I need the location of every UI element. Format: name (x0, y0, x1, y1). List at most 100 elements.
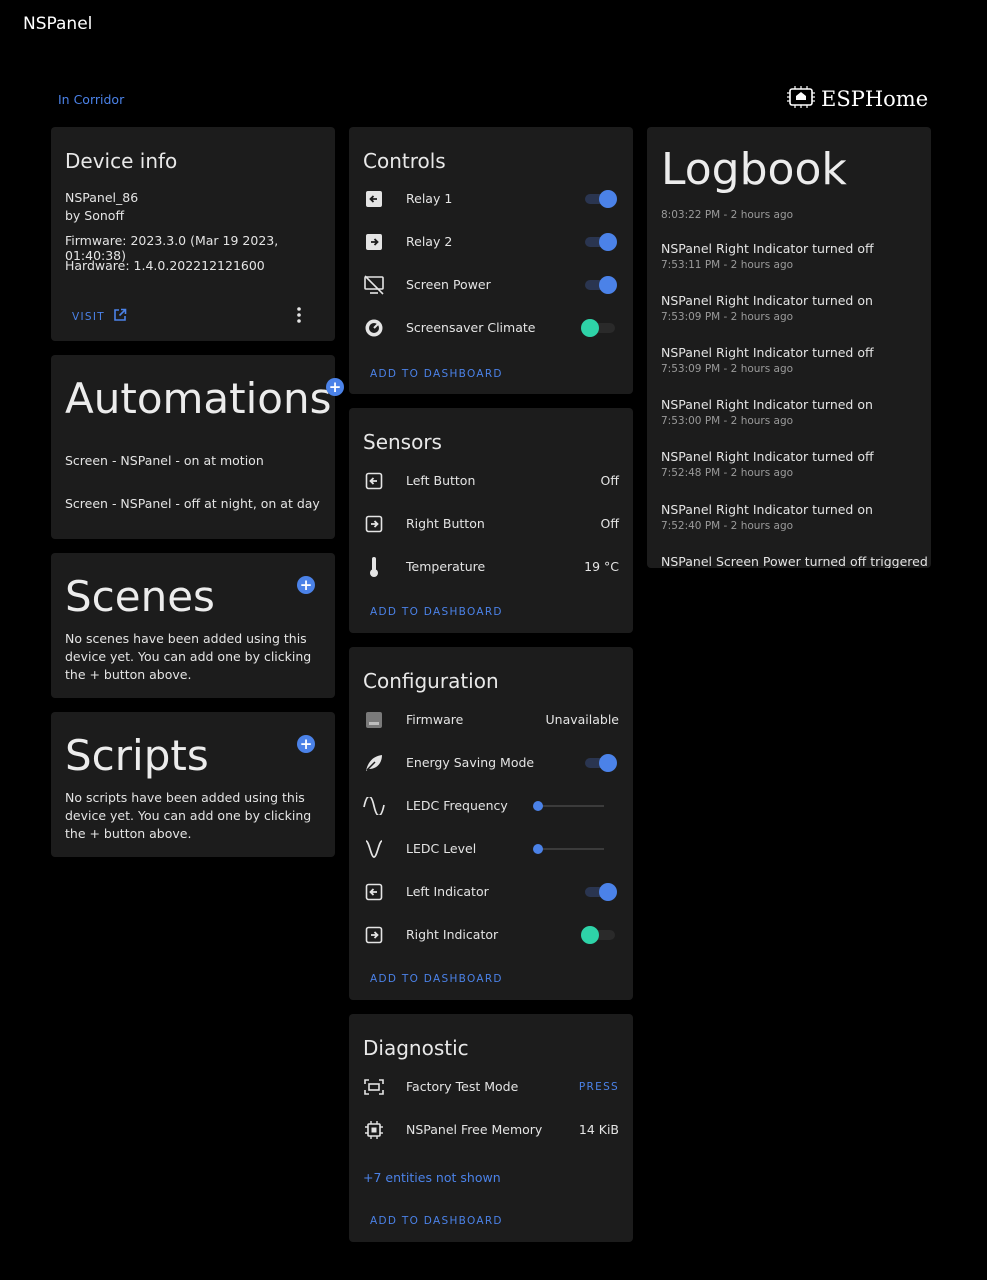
slider-thumb[interactable] (533, 843, 543, 854)
plus-icon: + (328, 378, 342, 396)
screen-power-toggle[interactable] (585, 275, 617, 294)
config-row-right-indicator[interactable]: Right Indicator (349, 913, 633, 956)
sine-wave-icon (363, 795, 385, 817)
config-label: Right Indicator (406, 927, 499, 942)
screensaver-climate-toggle[interactable] (581, 318, 615, 337)
ledc-frequency-slider[interactable] (533, 799, 604, 813)
control-label: Screensaver Climate (406, 320, 536, 335)
config-row-left-indicator[interactable]: Left Indicator (349, 870, 633, 913)
scenes-empty-text: No scenes have been added using this dev… (65, 631, 312, 682)
sensor-label: Temperature (406, 559, 486, 574)
gauge-icon (363, 317, 385, 339)
logbook-title: Logbook (661, 144, 847, 195)
log-entry[interactable]: NSPanel Screen Power turned off triggere… (661, 554, 931, 568)
log-message: NSPanel Right Indicator turned off (661, 449, 874, 464)
relay-2-toggle[interactable] (585, 232, 617, 251)
sensors-card: Sensors Left Button Off Right Button Off… (349, 408, 633, 633)
control-row-screen-power[interactable]: Screen Power (349, 263, 633, 306)
log-message: NSPanel Screen Power turned off triggere… (661, 554, 931, 568)
config-row-ledc-frequency[interactable]: LEDC Frequency (349, 784, 633, 827)
controls-card: Controls Relay 1 Relay 2 Screen Power Sc… (349, 127, 633, 394)
arrow-left-box-icon (363, 881, 385, 903)
configuration-title: Configuration (363, 669, 499, 693)
control-row-relay-1[interactable]: Relay 1 (349, 177, 633, 220)
diag-row-free-memory[interactable]: NSPanel Free Memory 14 KiB (349, 1108, 633, 1151)
diag-row-factory-test[interactable]: Factory Test Mode PRESS (349, 1065, 633, 1108)
log-time: 7:53:11 PM - 2 hours ago (661, 259, 794, 271)
diagnostic-add-to-dashboard-button[interactable]: ADD TO DASHBOARD (370, 1215, 503, 1227)
log-entry[interactable]: NSPanel Right Indicator turned off 7:53:… (661, 345, 921, 375)
log-entry[interactable]: NSPanel Right Indicator turned off 7:52:… (661, 449, 921, 479)
configuration-add-to-dashboard-button[interactable]: ADD TO DASHBOARD (370, 973, 503, 985)
ledc-level-slider[interactable] (533, 842, 604, 856)
config-label: LEDC Frequency (406, 798, 508, 813)
config-row-energy-saving[interactable]: Energy Saving Mode (349, 741, 633, 784)
device-hardware: Hardware: 1.4.0.202212121600 (65, 258, 265, 273)
log-entry[interactable]: NSPanel Right Indicator turned on 7:52:4… (661, 502, 921, 532)
arrow-right-box-icon (363, 231, 385, 253)
logbook-card: Logbook 8:03:22 PM - 2 hours ago NSPanel… (647, 127, 931, 568)
sensor-row-left-button[interactable]: Left Button Off (349, 459, 633, 502)
relay-1-toggle[interactable] (585, 189, 617, 208)
press-button[interactable]: PRESS (579, 1081, 619, 1093)
controls-add-to-dashboard-button[interactable]: ADD TO DASHBOARD (370, 368, 503, 380)
log-time: 7:52:40 PM - 2 hours ago (661, 520, 794, 532)
controls-title: Controls (363, 149, 446, 173)
diagnostic-title: Diagnostic (363, 1036, 469, 1060)
log-message: NSPanel Right Indicator turned off (661, 241, 874, 256)
plus-icon: + (299, 735, 313, 753)
arrow-right-box-icon (363, 513, 385, 535)
area-link[interactable]: In Corridor (58, 92, 124, 107)
arrow-left-box-icon (363, 188, 385, 210)
log-time: 7:52:48 PM - 2 hours ago (661, 467, 794, 479)
energy-saving-toggle[interactable] (585, 753, 617, 772)
sensor-label: Right Button (406, 516, 485, 531)
sensors-title: Sensors (363, 430, 442, 454)
hidden-entities-link[interactable]: +7 entities not shown (363, 1170, 501, 1185)
sensor-row-right-button[interactable]: Right Button Off (349, 502, 633, 545)
add-scene-button[interactable]: + (297, 576, 315, 594)
esphome-brand[interactable]: ESPHome (787, 86, 928, 112)
add-script-button[interactable]: + (297, 735, 315, 753)
control-label: Screen Power (406, 277, 491, 292)
diag-label: NSPanel Free Memory (406, 1122, 543, 1137)
config-label: LEDC Level (406, 841, 477, 856)
config-label: Firmware (406, 712, 464, 727)
sensor-label: Left Button (406, 473, 476, 488)
arrow-right-box-icon (363, 924, 385, 946)
app-title: NSPanel (23, 14, 93, 34)
log-entry[interactable]: NSPanel Right Indicator turned off 7:53:… (661, 241, 921, 271)
diag-value: 14 KiB (578, 1122, 619, 1137)
config-row-firmware[interactable]: Firmware Unavailable (349, 698, 633, 741)
scenes-card: Scenes + No scenes have been added using… (51, 553, 335, 698)
chip-icon (363, 1119, 385, 1141)
sensors-add-to-dashboard-button[interactable]: ADD TO DASHBOARD (370, 606, 503, 618)
left-indicator-toggle[interactable] (585, 882, 617, 901)
plus-icon: + (299, 576, 313, 594)
sensor-value: Off (600, 473, 619, 488)
control-row-screensaver-climate[interactable]: Screensaver Climate (349, 306, 633, 349)
automation-item[interactable]: Screen - NSPanel - off at night, on at d… (65, 496, 320, 511)
log-message: NSPanel Right Indicator turned on (661, 502, 873, 517)
visit-button[interactable]: VISIT (72, 307, 127, 326)
log-first-time: 8:03:22 PM - 2 hours ago (661, 209, 794, 221)
config-value: Unavailable (545, 712, 620, 727)
log-entry[interactable]: NSPanel Right Indicator turned on 7:53:0… (661, 293, 921, 323)
sensor-row-temperature[interactable]: Temperature 19 °C (349, 545, 633, 588)
esphome-logo-icon (787, 86, 815, 112)
automation-item[interactable]: Screen - NSPanel - on at motion (65, 453, 264, 468)
more-menu-button[interactable] (291, 305, 307, 325)
automations-card: Automations + Screen - NSPanel - on at m… (51, 355, 344, 539)
dots-vertical-icon (297, 307, 301, 323)
slider-thumb[interactable] (533, 800, 543, 811)
scenes-title: Scenes (65, 572, 215, 621)
right-indicator-toggle[interactable] (581, 925, 615, 944)
scripts-empty-text: No scripts have been added using this de… (65, 790, 312, 841)
log-entry[interactable]: NSPanel Right Indicator turned on 7:53:0… (661, 397, 921, 427)
add-automation-button[interactable]: + (326, 378, 344, 396)
device-manufacturer: by Sonoff (65, 208, 125, 223)
control-row-relay-2[interactable]: Relay 2 (349, 220, 633, 263)
monitor-off-icon (363, 274, 385, 296)
config-row-ledc-level[interactable]: LEDC Level (349, 827, 633, 870)
log-time: 7:53:09 PM - 2 hours ago (661, 363, 794, 375)
